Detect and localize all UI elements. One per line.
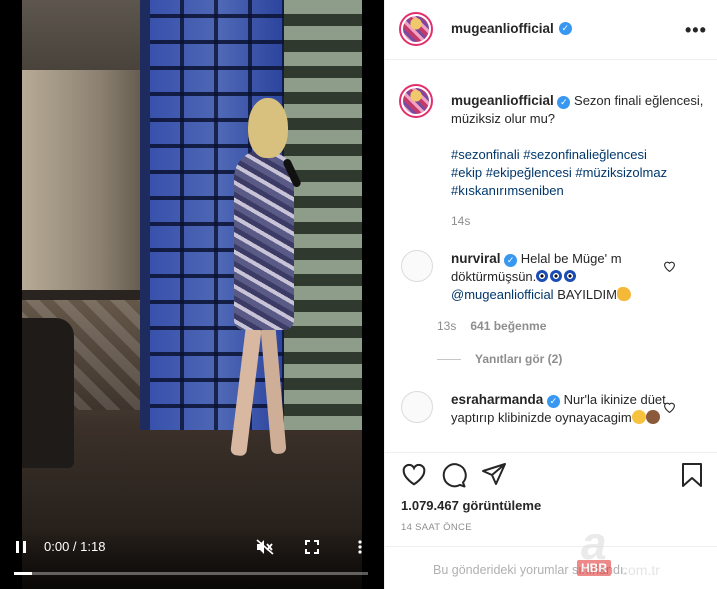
watermark-badge: HBR	[577, 560, 611, 576]
more-vertical-icon[interactable]	[350, 534, 370, 560]
video-frame[interactable]	[22, 0, 362, 589]
bookmark-icon[interactable]	[681, 462, 707, 488]
scene-wall	[22, 70, 152, 290]
pause-icon[interactable]	[10, 534, 32, 560]
comment-username[interactable]: nurviral	[451, 251, 501, 266]
heart-icon[interactable]	[663, 401, 677, 415]
heart-icon[interactable]	[663, 260, 677, 274]
video-player[interactable]: 0:00 / 1:18	[0, 0, 384, 589]
watermark-domain: com.tr	[621, 562, 660, 578]
watermark-logo: a HBR com.tr	[571, 516, 711, 582]
clapping-hands-emoji-icon	[616, 287, 631, 301]
divider	[385, 452, 717, 453]
video-progress-fill	[14, 572, 32, 575]
post-date: 14 SAAT ÖNCE	[401, 522, 472, 533]
verified-badge-icon: ✓	[546, 395, 560, 408]
comment-likes[interactable]: 641 beğenme	[470, 319, 546, 333]
post-header: mugeanliofficial ✓ •••	[385, 0, 717, 60]
avatar[interactable]	[401, 250, 433, 282]
verified-badge-icon: ✓	[557, 96, 571, 109]
avatar[interactable]	[401, 391, 433, 423]
video-time: 0:00 / 1:18	[44, 539, 106, 554]
post-sidebar: mugeanliofficial ✓ ••• mugeanliofficial …	[384, 0, 717, 589]
view-count[interactable]: 1.079.467 görüntüleme	[401, 498, 541, 513]
replies-divider	[437, 358, 461, 360]
video-controls-overlay	[0, 529, 384, 589]
heart-icon[interactable]	[401, 462, 427, 488]
verified-badge-icon: ✓	[504, 254, 518, 267]
verified-badge-icon: ✓	[558, 22, 572, 35]
mention-link[interactable]: @mugeanliofficial	[451, 287, 554, 302]
scene-chair	[22, 318, 74, 468]
avatar[interactable]	[399, 12, 433, 46]
evil-eye-emoji-icon	[536, 269, 578, 284]
fullscreen-icon[interactable]	[300, 534, 324, 560]
more-horizontal-icon[interactable]: •••	[685, 20, 707, 41]
comment-text-block: esraharmanda ✓ Nur'la ikinize düet yaptı…	[451, 391, 679, 427]
person-dress	[234, 150, 294, 330]
comment-text-block: nurviral ✓ Helal be Müge' m döktürmüşsün…	[451, 250, 679, 304]
caption-text-block: mugeanliofficial ✓ Sezon finali eğlences…	[451, 92, 713, 128]
scene-shelf-panel	[284, 0, 362, 430]
comment-bubble-icon[interactable]	[441, 462, 467, 488]
hashtag-link[interactable]: #kıskanırımseniben	[451, 183, 564, 198]
comment-username[interactable]: esraharmanda	[451, 392, 543, 407]
comment-meta: 13s 641 beğenme	[437, 319, 546, 333]
person-head	[248, 98, 288, 158]
hashtag-list: #sezonfinali #sezonfinalieğlencesi #ekip…	[451, 146, 713, 200]
avatar[interactable]	[399, 84, 433, 118]
header-user: mugeanliofficial ✓	[451, 21, 572, 36]
muted-speaker-icon[interactable]	[252, 534, 278, 560]
caption-username[interactable]: mugeanliofficial	[451, 93, 554, 108]
view-replies-button[interactable]: Yanıtları gör (2)	[437, 352, 562, 366]
comment-text: BAYILDIM	[557, 287, 617, 302]
see-no-evil-monkey-emoji-icon	[645, 410, 660, 424]
comment-timestamp: 13s	[437, 319, 457, 333]
hashtag-link[interactable]: #sezonfinalieğlencesi	[523, 147, 647, 162]
author-username[interactable]: mugeanliofficial	[451, 21, 554, 36]
view-replies-label: Yanıtları gör (2)	[475, 352, 563, 366]
share-direct-icon[interactable]	[481, 462, 507, 488]
hashtag-link[interactable]: #ekipeğlencesi	[486, 165, 572, 180]
video-progress-bar[interactable]	[14, 572, 368, 575]
hashtag-link[interactable]: #müziksizolmaz	[575, 165, 667, 180]
smiling-face-emoji-icon	[631, 410, 646, 424]
hashtag-link[interactable]: #sezonfinali	[451, 147, 520, 162]
hashtag-link[interactable]: #ekip	[451, 165, 482, 180]
caption-timestamp: 14s	[451, 214, 471, 228]
